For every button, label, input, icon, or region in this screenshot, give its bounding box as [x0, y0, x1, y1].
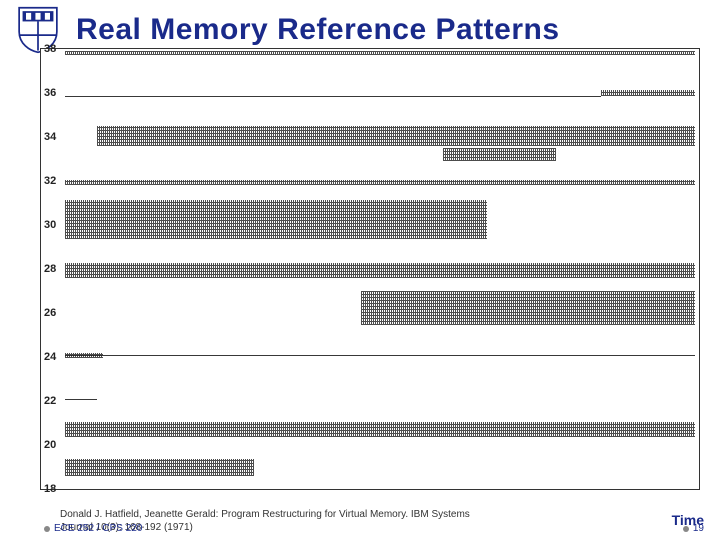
y-tick-label: 28	[44, 263, 56, 275]
reference-band	[65, 51, 695, 55]
reference-band	[65, 263, 695, 278]
course-code: ECE 252 / CPS 220	[44, 523, 142, 534]
bullet-icon	[683, 526, 689, 532]
page-title: Real Memory Reference Patterns	[76, 13, 560, 47]
reference-band	[65, 200, 487, 239]
y-tick-label: 20	[44, 439, 56, 451]
plot-region	[65, 53, 695, 485]
y-tick-label: 18	[44, 483, 56, 495]
reference-band	[97, 126, 696, 145]
y-tick-label: 38	[44, 43, 56, 55]
course-text: ECE 252 / CPS 220	[54, 523, 142, 534]
reference-band	[65, 422, 695, 437]
y-tick-label: 22	[44, 395, 56, 407]
reference-line	[65, 96, 601, 97]
citation-line-1: Donald J. Hatfield, Jeanette Gerald: Pro…	[60, 509, 470, 522]
y-tick-label: 36	[44, 87, 56, 99]
reference-band	[65, 180, 695, 184]
chart-plot: 1820222426283032343638	[40, 48, 700, 490]
bullet-icon	[44, 526, 50, 532]
reference-line	[65, 399, 97, 400]
y-tick-label: 34	[44, 131, 56, 143]
footer: Donald J. Hatfield, Jeanette Gerald: Pro…	[60, 509, 704, 534]
y-tick-label: 26	[44, 307, 56, 319]
y-tick-label: 30	[44, 219, 56, 231]
page-number: 19	[683, 523, 704, 534]
reference-band	[65, 459, 254, 476]
y-tick-label: 24	[44, 351, 56, 363]
reference-band	[361, 291, 695, 326]
reference-band	[601, 90, 696, 96]
y-tick-label: 32	[44, 175, 56, 187]
reference-band	[443, 148, 556, 161]
reference-line	[65, 355, 695, 356]
y-axis-ticks: 1820222426283032343638	[41, 49, 65, 489]
page-number-text: 19	[693, 523, 704, 534]
